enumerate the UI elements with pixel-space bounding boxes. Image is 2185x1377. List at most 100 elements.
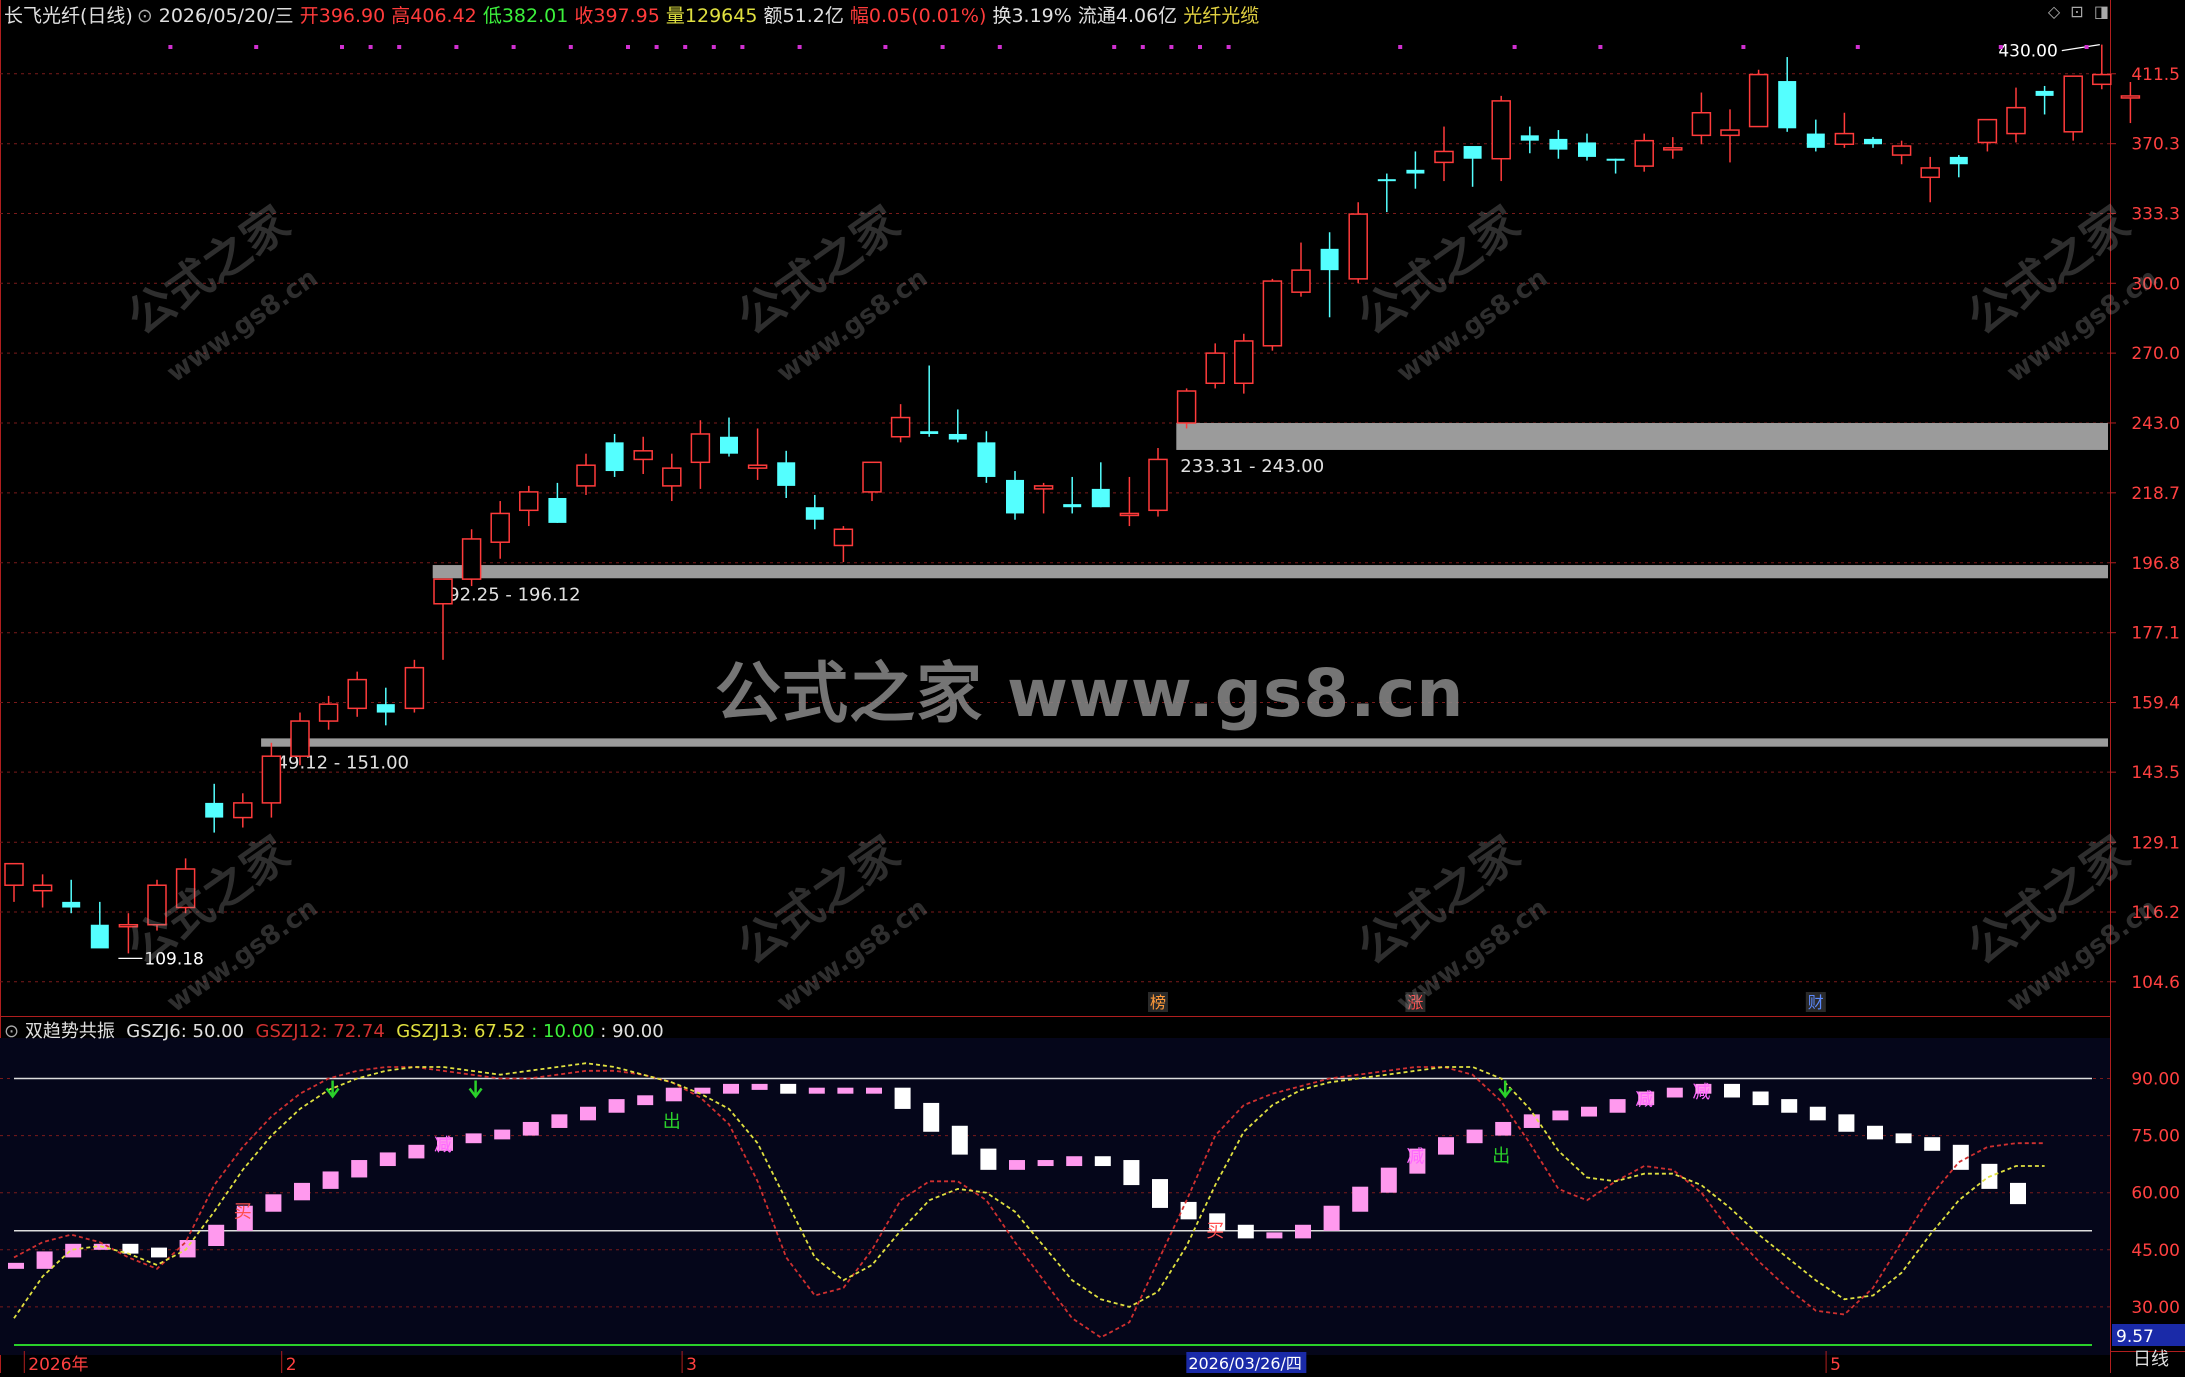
indicator-bar (408, 1144, 425, 1159)
candle-body (1663, 147, 1683, 151)
price-tick-label: 270.0 (2131, 344, 2180, 364)
candle-body (1778, 81, 1797, 129)
signal-marker (940, 45, 945, 49)
signal-marker (1512, 45, 1517, 49)
indicator-bar (122, 1243, 139, 1254)
indicator-bar (1609, 1099, 1626, 1113)
indicator-bar (1924, 1137, 1941, 1151)
indicator-bar (780, 1083, 797, 1094)
candle-body (1891, 145, 1912, 156)
price-tick-label: 177.1 (2131, 624, 2180, 644)
pane-divider (0, 1016, 2110, 1017)
candle-body (1634, 139, 1654, 167)
low-label: 低 (482, 5, 502, 27)
indicator-bar (580, 1106, 596, 1121)
candle-body (977, 442, 996, 477)
indicator-signal-buy: 买 (234, 1202, 252, 1223)
candle-body (605, 442, 624, 472)
indicator-bar (2010, 1182, 2026, 1205)
indicator-menu-icon[interactable]: ⊙ (4, 1021, 19, 1042)
candle-body (90, 924, 109, 949)
signal-marker (254, 45, 259, 49)
indicator-bar (665, 1087, 682, 1102)
support-zone-label: 149.12 - 151.00 (265, 753, 409, 774)
indicator-bar (379, 1152, 396, 1167)
amt-value: 51.2亿 (782, 5, 844, 27)
support-zone (432, 565, 2109, 579)
candle-body (1720, 129, 1740, 137)
indicator-bar (1380, 1167, 1397, 1193)
indicator-bar (1037, 1160, 1054, 1167)
candle-body (2092, 73, 2112, 86)
indicator-name[interactable]: 双趋势共振 (25, 1021, 115, 1042)
indicator-bar (1438, 1137, 1454, 1155)
indicator-bar (494, 1129, 511, 1140)
indicator-bar (1867, 1125, 1883, 1140)
indicator-bar (637, 1095, 654, 1106)
indicator-bar (1009, 1160, 1025, 1170)
candle-body (1205, 352, 1225, 385)
restore-icon[interactable]: ⊡ (2070, 2, 2083, 21)
signal-marker (626, 45, 630, 49)
candle-body (2120, 95, 2141, 99)
indicator-bar (465, 1133, 482, 1144)
window-controls: ◇ ⊡ ◨ (2048, 2, 2109, 21)
candle-body (1549, 138, 1568, 150)
candle-body (662, 467, 682, 487)
indicator-signal-reduce: 减 (1692, 1082, 1710, 1103)
x-axis-label: 3 (686, 1355, 697, 1373)
indicator-tick-label: 60.00 (2131, 1184, 2180, 1204)
indicator-bar (1495, 1121, 1512, 1136)
indicator-bar (1838, 1114, 1855, 1132)
close-value: 397.95 (593, 5, 660, 27)
indicator-bar (894, 1087, 911, 1109)
x-axis-label: 5 (1830, 1355, 1841, 1373)
indicator-bar (1466, 1129, 1483, 1144)
indicator-bar (1781, 1099, 1798, 1113)
candle-body (461, 538, 482, 580)
chg-label: 幅 (849, 5, 869, 27)
crosshair-date: 2026/03/26/四 (1188, 1354, 1302, 1373)
candle-body (1291, 269, 1311, 293)
candle-body (1406, 169, 1425, 174)
indicator-bar (1552, 1110, 1569, 1121)
candle-body (519, 491, 539, 512)
indicator-bar (1295, 1224, 1311, 1239)
indicator-bar (980, 1148, 997, 1170)
price-tick-label: 159.4 (2131, 693, 2180, 713)
dropdown-icon[interactable]: ⊙ (137, 5, 153, 27)
indicator-bar (1752, 1091, 1769, 1106)
candle-body (2035, 90, 2054, 96)
candle-body (490, 512, 510, 543)
signal-marker (1598, 45, 1603, 49)
amt-label: 额 (763, 5, 783, 27)
candle-body (1006, 479, 1024, 514)
open-label: 开 (299, 5, 319, 27)
indicator-signal-reduce: 减 (1406, 1147, 1424, 1168)
sector-tag[interactable]: 光纤光缆 (1183, 5, 1259, 27)
indicator-bar (751, 1083, 768, 1090)
candle-body (290, 720, 310, 757)
candle-body (633, 450, 653, 461)
period-label[interactable]: 日线 (2133, 1345, 2169, 1371)
signal-marker (711, 45, 716, 49)
maximize-icon[interactable]: ◨ (2094, 2, 2109, 21)
diamond-icon[interactable]: ◇ (2048, 2, 2060, 21)
candle-body (747, 464, 768, 469)
low-value: 382.01 (501, 5, 569, 27)
indicator-bar (1266, 1232, 1283, 1239)
indicator-bar (1123, 1160, 1140, 1186)
vol-value: 129645 (684, 5, 758, 27)
indicator-bar (1180, 1201, 1197, 1220)
x-axis-label: 2026年 (28, 1355, 88, 1373)
candle-body (347, 678, 367, 710)
gszj12-value: 72.74 (333, 1021, 385, 1042)
indicator-signal-exit: 出 (663, 1112, 681, 1133)
indicator-bar (1237, 1224, 1254, 1239)
candle-body (261, 755, 282, 804)
candle-body (62, 901, 81, 908)
indicator-bar (808, 1087, 825, 1094)
stock-name: 长飞光纤(日线) (4, 5, 133, 27)
watermark-large: 公式之家 www.gs8.cn (715, 655, 1465, 732)
candle-body (1491, 100, 1511, 160)
